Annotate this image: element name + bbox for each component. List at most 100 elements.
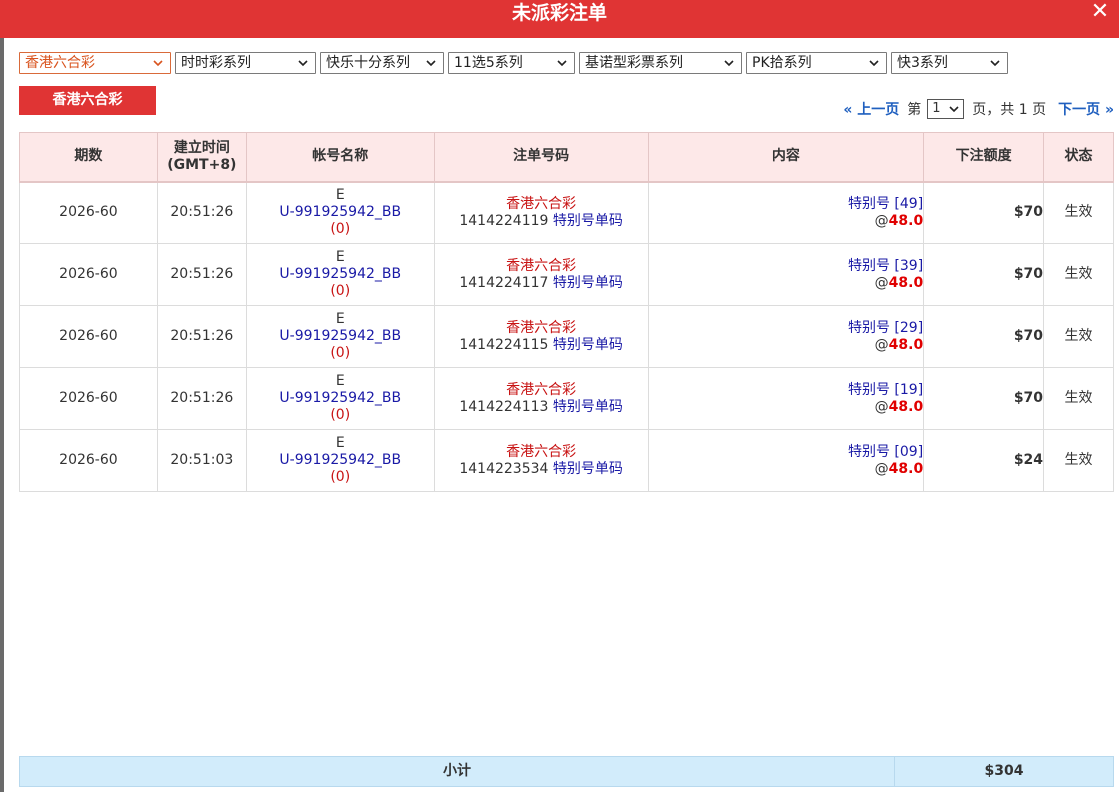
cell-time: 20:51:03: [156, 429, 247, 492]
col-header-account: 帐号名称: [245, 132, 435, 182]
page-select[interactable]: 1: [927, 99, 965, 119]
bet-number: 1414224115: [459, 336, 549, 353]
bet-type: 特别号单码: [552, 212, 623, 229]
cell-period: 2026-60: [19, 180, 158, 244]
odds-prefix: @: [874, 398, 889, 415]
cell-bet-no: 香港六合彩 1414223534 特别号单码: [433, 429, 649, 492]
cell-account: E U-991925942_BB (0): [245, 429, 435, 492]
chevron-down-icon: [990, 60, 1000, 67]
odds-prefix: @: [874, 336, 889, 353]
content-label: 特别号 [39]: [847, 257, 924, 274]
lottery-name: 香港六合彩: [506, 319, 577, 336]
account-prefix: E: [335, 249, 345, 265]
filter-select-keno[interactable]: 基诺型彩票系列: [579, 52, 742, 74]
bet-type: 特别号单码: [552, 274, 623, 291]
lottery-name: 香港六合彩: [506, 381, 577, 398]
table-row: 2026-60 20:51:26 E U-991925942_BB (0) 香港…: [19, 367, 1114, 430]
cell-bet-no: 香港六合彩 1414224115 特别号单码: [433, 305, 649, 368]
cell-time: 20:51:26: [156, 243, 247, 306]
filter-select-11x5[interactable]: 11选5系列: [448, 52, 575, 74]
filter-select-k3[interactable]: 快3系列: [891, 52, 1008, 74]
cell-time: 20:51:26: [156, 180, 247, 244]
lottery-name: 香港六合彩: [506, 443, 577, 460]
odds-prefix: @: [874, 212, 889, 229]
col-header-time: 建立时间 (GMT+8): [156, 132, 247, 182]
cell-period: 2026-60: [19, 367, 158, 430]
odds-prefix: @: [874, 460, 889, 477]
cell-bet-no: 香港六合彩 1414224119 特别号单码: [433, 180, 649, 244]
subtotal-value: $304: [984, 763, 1024, 779]
bet-type: 特别号单码: [552, 398, 623, 415]
bet-number: 1414223534: [459, 460, 549, 477]
chevron-down-icon: [557, 60, 567, 67]
account-count: (0): [330, 283, 351, 299]
content-label: 特别号 [09]: [847, 443, 924, 460]
col-header-time-label: 建立时间 (GMT+8): [167, 139, 237, 173]
chevron-down-icon: [724, 60, 734, 67]
odds-value: 48.0: [888, 336, 924, 353]
filter-select-hk-marksix[interactable]: 香港六合彩: [19, 52, 171, 74]
window-left-edge: [0, 0, 4, 792]
dialog-title: 未派彩注单: [511, 2, 607, 24]
account-count: (0): [330, 407, 351, 423]
odds-value: 48.0: [888, 460, 924, 477]
content-label: 特别号 [49]: [847, 195, 924, 212]
chevron-down-icon: [298, 60, 308, 67]
col-header-bet-no: 注单号码: [433, 132, 649, 182]
account-count: (0): [330, 469, 351, 485]
chevron-down-icon: [153, 60, 163, 67]
tab-hk-marksix[interactable]: 香港六合彩: [19, 86, 156, 115]
cell-time: 20:51:26: [156, 305, 247, 368]
cell-amount: $70: [923, 367, 1045, 430]
pagination: « 上一页 第 1 页，共 1 页 下一页 »: [843, 98, 1114, 120]
account-link[interactable]: U-991925942_BB: [247, 328, 434, 345]
cell-amount: $24: [923, 429, 1045, 492]
cell-content: 特别号 [19] @48.0: [647, 367, 925, 430]
filter-select-klsf[interactable]: 快乐十分系列: [320, 52, 444, 74]
bet-number: 1414224119: [459, 212, 549, 229]
subtotal-label: 小计: [20, 757, 895, 786]
table-header-row: 期数 建立时间 (GMT+8) 帐号名称 注单号码 内容 下注额度 状态: [19, 132, 1114, 182]
account-link[interactable]: U-991925942_BB: [247, 452, 434, 469]
odds-value: 48.0: [888, 274, 924, 291]
cell-period: 2026-60: [19, 243, 158, 306]
cell-status: 生效: [1043, 305, 1114, 368]
filter-select-ssc[interactable]: 时时彩系列: [175, 52, 316, 74]
content-label: 特别号 [19]: [847, 381, 924, 398]
col-header-status: 状态: [1043, 132, 1114, 182]
filter-select-label: 快3系列: [897, 55, 948, 71]
subtotal-bar: 小计 $304: [19, 756, 1114, 787]
col-header-content: 内容: [647, 132, 925, 182]
filter-select-label: 基诺型彩票系列: [585, 55, 683, 71]
cell-time: 20:51:26: [156, 367, 247, 430]
account-prefix: E: [335, 373, 345, 389]
cell-period: 2026-60: [19, 305, 158, 368]
odds-value: 48.0: [888, 212, 924, 229]
account-link[interactable]: U-991925942_BB: [247, 390, 434, 407]
bets-table: 期数 建立时间 (GMT+8) 帐号名称 注单号码 内容 下注额度 状态 202…: [19, 132, 1114, 492]
cell-status: 生效: [1043, 180, 1114, 244]
cell-status: 生效: [1043, 367, 1114, 430]
next-page-link[interactable]: 下一页 »: [1058, 99, 1114, 119]
filter-select-pk10[interactable]: PK拾系列: [746, 52, 887, 74]
table-row: 2026-60 20:51:03 E U-991925942_BB (0) 香港…: [19, 429, 1114, 492]
lottery-name: 香港六合彩: [506, 257, 577, 274]
cell-content: 特别号 [49] @48.0: [647, 180, 925, 244]
cell-account: E U-991925942_BB (0): [245, 367, 435, 430]
col-header-period: 期数: [19, 132, 158, 182]
cell-period: 2026-60: [19, 429, 158, 492]
account-link[interactable]: U-991925942_BB: [247, 204, 434, 221]
table-row: 2026-60 20:51:26 E U-991925942_BB (0) 香港…: [19, 180, 1114, 244]
filter-select-label: 时时彩系列: [181, 55, 251, 71]
chevron-down-icon: [869, 60, 879, 67]
prev-page-link[interactable]: « 上一页: [843, 99, 899, 119]
account-link[interactable]: U-991925942_BB: [247, 266, 434, 283]
lottery-name: 香港六合彩: [506, 195, 577, 212]
filter-select-label: 11选5系列: [454, 55, 523, 71]
col-header-amount: 下注额度: [923, 132, 1045, 182]
page-total: 页，共 1 页: [972, 102, 1047, 118]
cell-content: 特别号 [39] @48.0: [647, 243, 925, 306]
close-icon[interactable]: ✕: [1089, 1, 1111, 23]
chevron-down-icon: [426, 60, 436, 67]
table-row: 2026-60 20:51:26 E U-991925942_BB (0) 香港…: [19, 243, 1114, 306]
